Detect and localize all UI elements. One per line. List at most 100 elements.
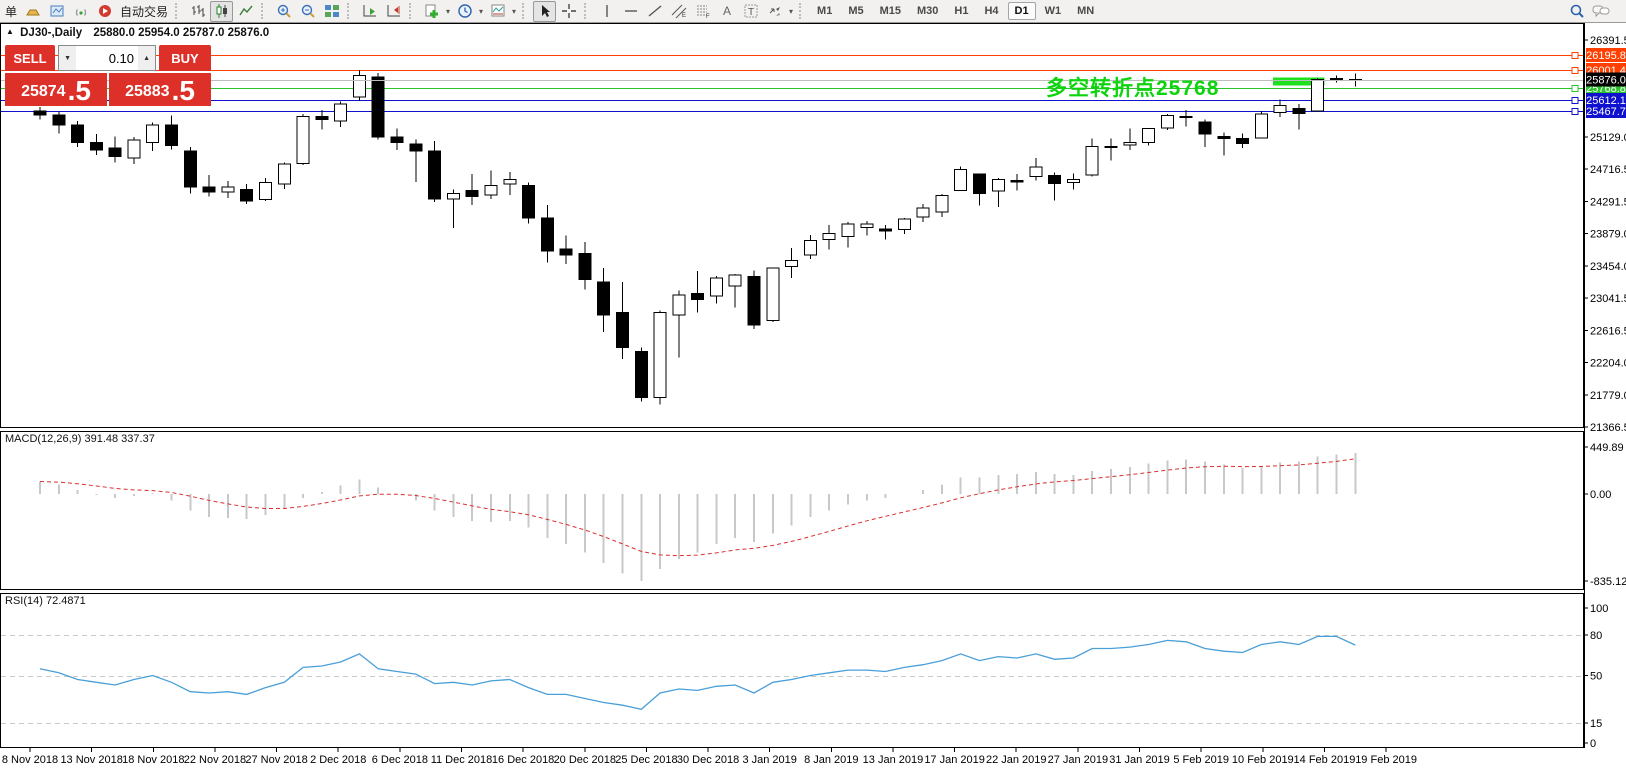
timeframe-m1[interactable]: M1: [810, 2, 839, 20]
time-axis[interactable]: 8 Nov 201813 Nov 201818 Nov 201822 Nov 2…: [2, 748, 1417, 766]
indicators-dropdown-caret[interactable]: ▾: [444, 7, 452, 16]
collapse-panel-arrow[interactable]: ▲: [6, 27, 14, 36]
buy-price-big: .5: [172, 78, 195, 104]
auto-scroll-icon[interactable]: [358, 1, 381, 22]
svg-text:26195.8: 26195.8: [1586, 50, 1626, 62]
svg-text:21366.5: 21366.5: [1590, 422, 1626, 434]
timeframe-m30[interactable]: M30: [910, 2, 945, 20]
svg-text:8 Jan 2019: 8 Jan 2019: [804, 754, 858, 766]
templates-dropdown-caret[interactable]: ▾: [510, 7, 518, 16]
timeframe-group: M1M5M15M30H1H4D1W1MN: [810, 2, 1101, 20]
toolbar-grip: [347, 3, 354, 19]
volume-decrease-button[interactable]: ▼: [59, 46, 76, 70]
timeframe-mn[interactable]: MN: [1070, 2, 1101, 20]
svg-text:22 Nov 2018: 22 Nov 2018: [184, 754, 246, 766]
svg-text:25876.0: 25876.0: [1586, 75, 1626, 87]
charts-window-icon[interactable]: [45, 1, 68, 22]
svg-text:19 Feb 2019: 19 Feb 2019: [1355, 754, 1417, 766]
svg-text:25467.7: 25467.7: [1586, 106, 1626, 118]
autotrading-icon[interactable]: [93, 1, 116, 22]
periods-clock-icon[interactable]: [453, 1, 476, 22]
svg-text:25129.0: 25129.0: [1590, 132, 1626, 144]
buy-button[interactable]: BUY: [159, 45, 211, 71]
arrows-dropdown-caret[interactable]: ▾: [787, 7, 795, 16]
text-label-tool-icon[interactable]: T: [739, 1, 762, 22]
chart-title: ▲ DJ30-,Daily 25880.0 25954.0 25787.0 25…: [6, 27, 269, 39]
toolbar-grip: [799, 3, 806, 19]
svg-text:449.89: 449.89: [1590, 442, 1624, 454]
svg-text:27 Nov 2018: 27 Nov 2018: [245, 754, 307, 766]
trendline-tool-icon[interactable]: [643, 1, 666, 22]
timeframe-m5[interactable]: M5: [841, 2, 870, 20]
svg-text:16 Dec 2018: 16 Dec 2018: [492, 754, 554, 766]
fibonacci-tool-icon[interactable]: F: [691, 1, 714, 22]
chat-icon[interactable]: [1589, 1, 1612, 22]
svg-text:31 Jan 2019: 31 Jan 2019: [1109, 754, 1170, 766]
svg-text:30 Dec 2018: 30 Dec 2018: [677, 754, 739, 766]
price-axis[interactable]: 26391.525129.024716.524291.523879.023454…: [1584, 23, 1626, 750]
chart-shift-icon[interactable]: [382, 1, 405, 22]
svg-text:26391.5: 26391.5: [1590, 35, 1626, 47]
svg-text:13 Jan 2019: 13 Jan 2019: [863, 754, 924, 766]
zoom-out-icon[interactable]: [296, 1, 319, 22]
tile-windows-icon[interactable]: [320, 1, 343, 22]
line-chart-type-icon[interactable]: [234, 1, 257, 22]
signals-icon[interactable]: [69, 1, 92, 22]
sell-button[interactable]: SELL: [5, 45, 55, 71]
candles[interactable]: [34, 70, 1361, 404]
zoom-in-icon[interactable]: [272, 1, 295, 22]
rsi-line: [40, 636, 1355, 709]
bar-chart-type-icon[interactable]: [186, 1, 209, 22]
candlestick-type-icon[interactable]: [210, 1, 233, 22]
autotrading-label[interactable]: 自动交易: [117, 3, 171, 20]
indicators-icon[interactable]: [420, 1, 443, 22]
price-level-lines[interactable]: [1, 53, 1583, 115]
svg-text:22204.0: 22204.0: [1590, 358, 1626, 370]
crosshair-icon[interactable]: [557, 1, 580, 22]
svg-text:3 Jan 2019: 3 Jan 2019: [742, 754, 796, 766]
sell-price-display[interactable]: 25874 .5: [5, 73, 107, 106]
new-order-partial-label[interactable]: 单: [2, 3, 20, 20]
gold-bars-icon[interactable]: [21, 1, 44, 22]
toolbar-grip: [409, 3, 416, 19]
one-click-trade-panel: SELL ▼ ▲ BUY 25874 .5 25883 .5: [5, 45, 211, 106]
periods-dropdown-caret[interactable]: ▾: [477, 7, 485, 16]
arrows-tool-icon[interactable]: [763, 1, 786, 22]
toolbar-grip: [522, 3, 529, 19]
sell-price-main: 25874: [21, 80, 66, 104]
svg-text:20 Dec 2018: 20 Dec 2018: [554, 754, 616, 766]
turning-point-annotation[interactable]: 多空转折点25768: [1046, 72, 1219, 102]
svg-text:13 Nov 2018: 13 Nov 2018: [60, 754, 122, 766]
svg-text:22 Jan 2019: 22 Jan 2019: [986, 754, 1047, 766]
svg-text:15: 15: [1590, 718, 1602, 730]
svg-text:50: 50: [1590, 671, 1602, 683]
timeframe-h1[interactable]: H1: [947, 2, 975, 20]
svg-text:11 Dec 2018: 11 Dec 2018: [431, 754, 493, 766]
panel-frame: [1, 594, 1584, 748]
svg-text:24291.5: 24291.5: [1590, 197, 1626, 209]
timeframe-m15[interactable]: M15: [873, 2, 908, 20]
macd-histogram: [40, 453, 1355, 581]
templates-icon[interactable]: [486, 1, 509, 22]
buy-price-display[interactable]: 25883 .5: [109, 73, 211, 106]
volume-input[interactable]: [76, 46, 138, 70]
svg-text:0: 0: [1590, 738, 1596, 750]
toolbar-grip: [175, 3, 182, 19]
horizontal-line-tool-icon[interactable]: [619, 1, 642, 22]
timeframe-h4[interactable]: H4: [977, 2, 1005, 20]
panel-frame: [1, 24, 1584, 428]
svg-text:100: 100: [1590, 603, 1608, 615]
volume-control: ▼ ▲: [58, 45, 156, 71]
chart-canvas[interactable]: 26391.525129.024716.524291.523879.023454…: [0, 23, 1626, 771]
search-icon[interactable]: [1565, 1, 1588, 22]
toolbar-grip: [584, 3, 591, 19]
text-tool-icon[interactable]: A: [715, 1, 738, 22]
volume-increase-button[interactable]: ▲: [138, 46, 155, 70]
cursor-icon[interactable]: [533, 1, 556, 22]
buy-price-main: 25883: [125, 80, 170, 104]
timeframe-d1[interactable]: D1: [1008, 2, 1036, 20]
ohlc-values: 25880.0 25954.0 25787.0 25876.0: [93, 27, 269, 39]
equidistant-channel-tool-icon[interactable]: E: [667, 1, 690, 22]
timeframe-w1[interactable]: W1: [1038, 2, 1069, 20]
vertical-line-tool-icon[interactable]: [595, 1, 618, 22]
